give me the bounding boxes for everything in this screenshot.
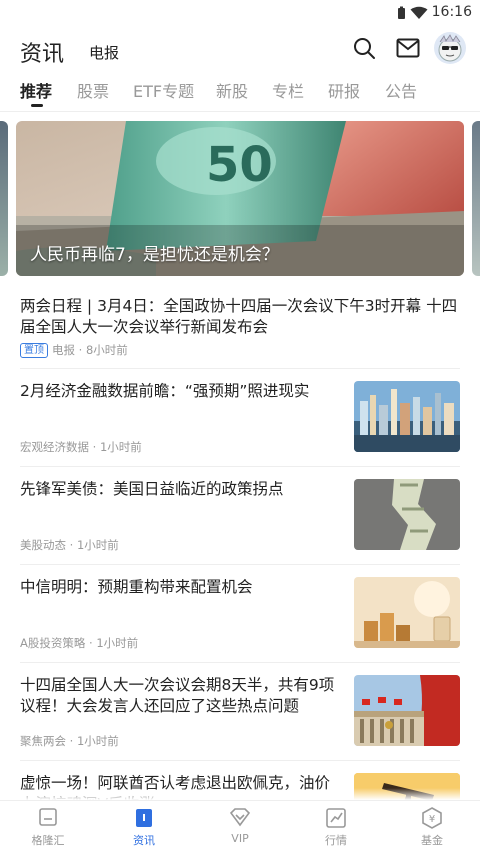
message-icon bbox=[39, 808, 57, 826]
avatar-face-icon bbox=[438, 34, 462, 62]
nav-vip[interactable]: VIP bbox=[210, 807, 270, 845]
bottom-navigation: 格隆汇 资讯 VIP 行情 ¥ 基金 bbox=[0, 800, 480, 854]
list-item[interactable]: 十四届全国人大一次会议会期8天半，共有9项议程！大会发言人还回应了这些热点问题 … bbox=[20, 675, 460, 763]
news-icon bbox=[136, 809, 152, 827]
tab-research[interactable]: 研报 bbox=[328, 78, 360, 102]
header: 资讯 电报 bbox=[0, 30, 480, 74]
tab-ipo[interactable]: 新股 bbox=[216, 78, 248, 102]
news-thumbnail bbox=[354, 381, 460, 452]
clock: 16:16 bbox=[431, 4, 472, 20]
fund-icon: ¥ bbox=[422, 807, 442, 829]
active-tab-indicator bbox=[31, 104, 43, 107]
nav-label: VIP bbox=[231, 832, 249, 845]
news-meta: 聚焦两会 · 1小时前 bbox=[20, 734, 119, 748]
divider bbox=[20, 368, 460, 369]
pinned-news-item[interactable]: 两会日程 | 3月4日：全国政协十四届一次会议下午3时开幕 十四届全国人大一次会… bbox=[20, 296, 460, 358]
avatar[interactable] bbox=[434, 32, 466, 64]
news-thumbnail bbox=[354, 479, 460, 550]
news-headline: 两会日程 | 3月4日：全国政协十四届一次会议下午3时开幕 十四届全国人大一次会… bbox=[20, 297, 458, 336]
carousel-next-slide[interactable] bbox=[472, 121, 480, 276]
news-meta: 宏观经济数据 · 1小时前 bbox=[20, 440, 142, 454]
wifi-icon bbox=[410, 6, 428, 19]
divider bbox=[0, 111, 480, 112]
dollar-roll-image bbox=[354, 479, 460, 550]
tab-columns[interactable]: 专栏 bbox=[272, 78, 304, 102]
divider bbox=[20, 662, 460, 663]
category-tabs: 推荐 股票 ETF专题 新股 专栏 研报 公告 bbox=[0, 76, 480, 110]
vip-icon bbox=[229, 808, 251, 827]
telegraph-link[interactable]: 电报 bbox=[89, 42, 119, 63]
list-item[interactable]: 2月经济金融数据前瞻：“强预期”照进现实 宏观经济数据 · 1小时前 bbox=[20, 381, 460, 469]
great-hall-image bbox=[354, 675, 460, 746]
list-fade bbox=[0, 788, 480, 800]
mail-icon[interactable] bbox=[396, 38, 420, 58]
banner-caption[interactable]: 人民币再临7，是担忧还是机会？ bbox=[30, 240, 279, 265]
list-item[interactable]: 中信明明：预期重构带来配置机会 A股投资策略 · 1小时前 bbox=[20, 577, 460, 665]
status-bar: 16:16 bbox=[0, 0, 480, 26]
svg-text:50: 50 bbox=[206, 137, 273, 193]
news-meta: 置顶 电报 · 8小时前 bbox=[20, 342, 460, 358]
news-headline: 中信明明：预期重构带来配置机会 bbox=[20, 578, 253, 596]
tab-announcements[interactable]: 公告 bbox=[385, 78, 417, 102]
divider bbox=[20, 564, 460, 565]
nav-label: 资讯 bbox=[133, 834, 155, 847]
nav-label: 行情 bbox=[325, 834, 347, 847]
coin-stacks-image bbox=[354, 577, 460, 648]
divider bbox=[20, 760, 460, 761]
battery-icon bbox=[398, 6, 405, 19]
nav-market[interactable]: 行情 bbox=[306, 807, 366, 848]
news-headline: 十四届全国人大一次会议会期8天半，共有9项议程！大会发言人还回应了这些热点问题 bbox=[20, 676, 335, 715]
search-icon[interactable] bbox=[352, 36, 376, 60]
city-skyline-image bbox=[354, 381, 460, 452]
news-thumbnail bbox=[354, 577, 460, 648]
nav-label: 基金 bbox=[421, 834, 443, 847]
news-thumbnail bbox=[354, 675, 460, 746]
news-headline: 2月经济金融数据前瞻：“强预期”照进现实 bbox=[20, 382, 310, 400]
divider bbox=[20, 466, 460, 467]
news-headline: 先锋军美债：美国日益临近的政策拐点 bbox=[20, 480, 284, 498]
tab-etf[interactable]: ETF专题 bbox=[133, 78, 194, 102]
tab-recommend[interactable]: 推荐 bbox=[20, 78, 52, 102]
list-item[interactable]: 先锋军美债：美国日益临近的政策拐点 美股动态 · 1小时前 bbox=[20, 479, 460, 567]
page-title: 资讯 bbox=[20, 42, 65, 67]
carousel-prev-slide[interactable] bbox=[0, 121, 8, 276]
chart-icon bbox=[326, 808, 346, 828]
nav-label: 格隆汇 bbox=[31, 834, 65, 847]
nav-fund[interactable]: ¥ 基金 bbox=[402, 807, 462, 848]
nav-news[interactable]: 资讯 bbox=[114, 807, 174, 848]
pinned-badge: 置顶 bbox=[20, 342, 48, 358]
news-meta: A股投资策略 · 1小时前 bbox=[20, 636, 139, 650]
news-meta: 美股动态 · 1小时前 bbox=[20, 538, 119, 552]
tab-stocks[interactable]: 股票 bbox=[77, 78, 109, 102]
nav-gelonghui[interactable]: 格隆汇 bbox=[18, 807, 78, 848]
svg-text:¥: ¥ bbox=[429, 814, 435, 825]
news-source-time: 电报 · 8小时前 bbox=[52, 343, 128, 357]
